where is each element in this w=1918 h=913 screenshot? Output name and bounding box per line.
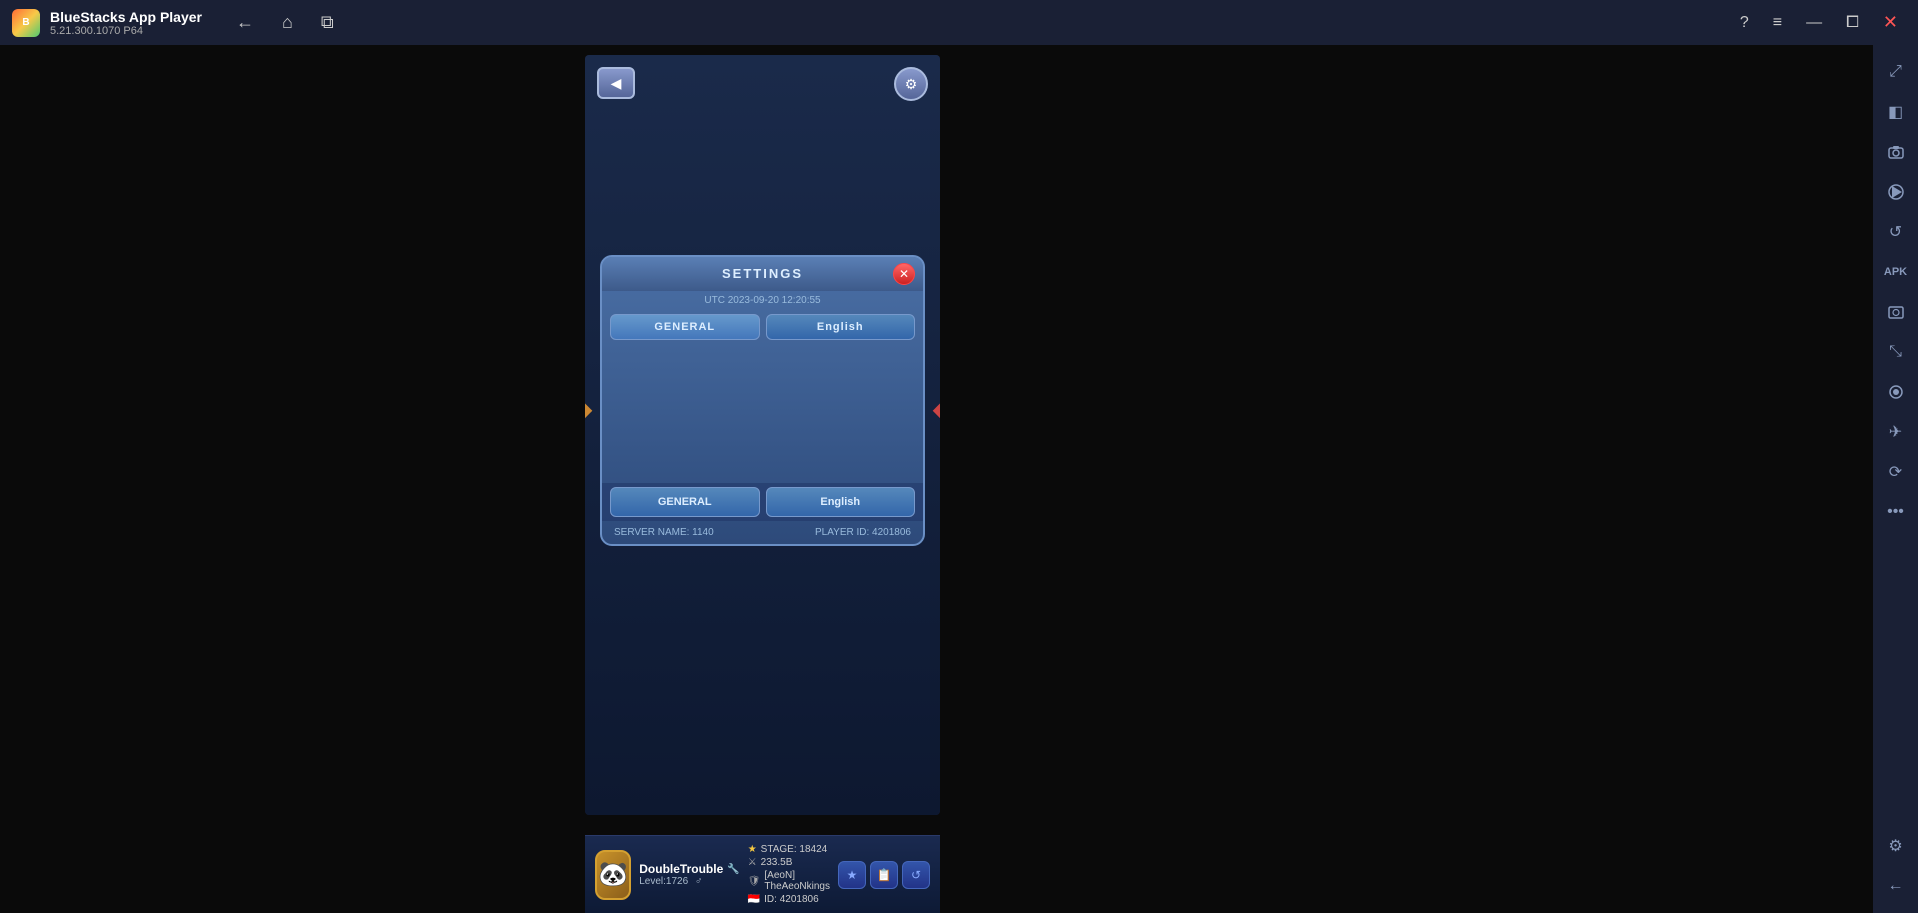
player-info: DoubleTrouble 🔧 Level:1726 ♂ [639, 862, 739, 887]
settings-tabs: GENERAL English [602, 310, 923, 348]
flight-icon[interactable]: ✈ [1877, 413, 1915, 451]
player-card: 🐼 DoubleTrouble 🔧 Level:1726 ♂ ★ STAGE: … [585, 835, 940, 913]
player-stats: ★ STAGE: 18424 ⚔ 233.5B 🛡 [AeoN] TheAeoN… [748, 844, 830, 905]
settings-title: SETTINGS [722, 266, 803, 281]
app-name: BlueStacks App Player [50, 9, 202, 25]
tab-general[interactable]: GENERAL [610, 314, 760, 340]
player-action-icons: ★ 📋 ↺ [838, 861, 930, 889]
app-version: 5.21.300.1070 P64 [50, 25, 202, 37]
minimize-button[interactable]: — [1798, 10, 1830, 36]
right-sidebar: ⤢ ◧ ↺ APK ⤡ ✈ ⟳ ••• ⚙ ← [1873, 45, 1918, 913]
screenshot-icon[interactable] [1877, 293, 1915, 331]
game-gear-button[interactable]: ⚙ [894, 67, 928, 101]
stat-id: 🇮🇩 ID: 4201806 [748, 894, 830, 905]
nav-home-button[interactable]: ⌂ [278, 8, 297, 37]
settings-tab-extra2[interactable]: English [766, 487, 916, 517]
main-content: ◀ ⚙ SETTINGS ✕ UTC 2023-09-20 12:20:55 G… [0, 45, 1873, 913]
settings-timestamp: UTC 2023-09-20 12:20:55 [602, 291, 923, 310]
player-name: DoubleTrouble 🔧 [639, 862, 739, 876]
window-controls: ? ≡ — ⧠ ✕ [1732, 8, 1906, 37]
game-back-button[interactable]: ◀ [597, 67, 635, 99]
nav-copy-button[interactable]: ⧉ [317, 8, 338, 37]
player-list-button[interactable]: 📋 [870, 861, 898, 889]
settings-title-bar: SETTINGS ✕ [602, 257, 923, 291]
settings-extra-tabs: GENERAL English [602, 483, 923, 521]
title-nav: ← ⌂ ⧉ [232, 8, 338, 37]
camera-icon[interactable] [1877, 133, 1915, 171]
menu-button[interactable]: ≡ [1765, 10, 1790, 36]
scale-icon[interactable]: ⤡ [1877, 333, 1915, 371]
player-refresh-button[interactable]: ↺ [902, 861, 930, 889]
right-decor: ◆ [933, 397, 940, 422]
settings-bottom-info: SERVER NAME: 1140 PLAYER ID: 4201806 [602, 521, 923, 544]
app-title-text: BlueStacks App Player 5.21.300.1070 P64 [50, 9, 202, 37]
server-name-label: SERVER NAME: 1140 [614, 527, 714, 538]
left-decor: ◆ [585, 397, 592, 422]
settings-close-button[interactable]: ✕ [893, 263, 915, 285]
game-viewport: ◀ ⚙ SETTINGS ✕ UTC 2023-09-20 12:20:55 G… [585, 55, 940, 815]
back-bottom-icon[interactable]: ← [1877, 867, 1915, 905]
help-button[interactable]: ? [1732, 10, 1757, 36]
title-bar: B BlueStacks App Player 5.21.300.1070 P6… [0, 0, 1918, 45]
nav-back-button[interactable]: ← [232, 8, 258, 37]
settings-bottom-icon[interactable]: ⚙ [1877, 827, 1915, 865]
resize-icon[interactable]: ⤢ [1877, 53, 1915, 91]
record-icon[interactable] [1877, 373, 1915, 411]
sync-icon[interactable]: ⟳ [1877, 453, 1915, 491]
player-id-label: PLAYER ID: 4201806 [815, 527, 911, 538]
close-button[interactable]: ✕ [1875, 8, 1906, 37]
tab-english[interactable]: English [766, 314, 916, 340]
settings-tab-extra1[interactable]: GENERAL [610, 487, 760, 517]
apk-icon[interactable]: APK [1877, 253, 1915, 291]
layers-icon[interactable]: ◧ [1877, 93, 1915, 131]
rotate-icon[interactable]: ↺ [1877, 213, 1915, 251]
stat-power: ⚔ 233.5B [748, 857, 830, 868]
restore-button[interactable]: ⧠ [1838, 10, 1867, 36]
app-logo: B [12, 9, 40, 37]
more-icon[interactable]: ••• [1877, 493, 1915, 531]
player-avatar: 🐼 [595, 850, 631, 900]
player-star-button[interactable]: ★ [838, 861, 866, 889]
settings-panel: SETTINGS ✕ UTC 2023-09-20 12:20:55 GENER… [600, 255, 925, 546]
stat-stage: ★ STAGE: 18424 [748, 844, 830, 855]
play-icon[interactable] [1877, 173, 1915, 211]
stat-guild: 🛡 [AeoN] TheAeoNkings [748, 870, 830, 892]
player-level: Level:1726 ♂ [639, 876, 739, 887]
